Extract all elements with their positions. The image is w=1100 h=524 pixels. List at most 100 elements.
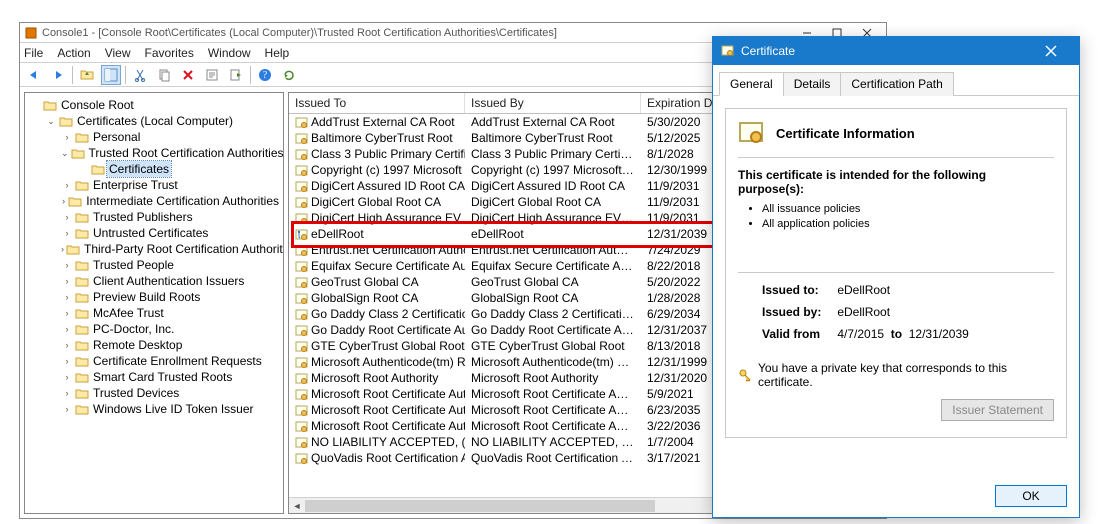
issued-by-cell: Class 3 Public Primary Certificatio... xyxy=(465,147,641,161)
issued-by-label: Issued by: xyxy=(762,305,834,319)
issued-by-cell: GeoTrust Global CA xyxy=(465,275,641,289)
issuer-statement-button[interactable]: Issuer Statement xyxy=(941,399,1054,421)
tree-item[interactable]: ›Third-Party Root Certification Authorit… xyxy=(61,241,281,257)
certificate-icon xyxy=(295,148,308,161)
tab-details[interactable]: Details xyxy=(783,72,842,96)
certificate-icon xyxy=(295,292,308,305)
issued-to-label: Issued to: xyxy=(762,283,834,297)
svg-text:?: ? xyxy=(263,70,268,81)
cut-button[interactable] xyxy=(130,65,150,85)
show-tree-button[interactable] xyxy=(101,65,121,85)
issued-by-cell: Baltimore CyberTrust Root xyxy=(465,131,641,145)
dialog-close-button[interactable] xyxy=(1031,37,1071,65)
issued-by-value: eDellRoot xyxy=(837,305,890,319)
scroll-thumb[interactable] xyxy=(305,500,655,512)
back-button[interactable] xyxy=(24,65,44,85)
menu-favorites[interactable]: Favorites xyxy=(145,46,194,60)
issued-to-value: eDellRoot xyxy=(837,283,890,297)
app-icon xyxy=(24,26,38,40)
issued-to-cell: GlobalSign Root CA xyxy=(311,291,418,305)
menu-window[interactable]: Window xyxy=(208,46,251,60)
issued-to-cell: Copyright (c) 1997 Microsoft C... xyxy=(311,163,465,177)
issued-by-cell: AddTrust External CA Root xyxy=(465,115,641,129)
issued-by-cell: Microsoft Root Certificate Authori... xyxy=(465,419,641,433)
issued-to-cell: GeoTrust Global CA xyxy=(311,275,419,289)
navigation-tree[interactable]: Console Root⌄Certificates (Local Compute… xyxy=(24,92,284,514)
column-header[interactable]: Issued To xyxy=(289,93,465,113)
column-header[interactable]: Issued By xyxy=(465,93,641,113)
issued-to-cell: Microsoft Root Certificate Auth... xyxy=(311,387,465,401)
dialog-tabs[interactable]: GeneralDetailsCertification Path xyxy=(713,65,1079,96)
copy-button[interactable] xyxy=(154,65,174,85)
issued-by-cell: Microsoft Root Authority xyxy=(465,371,641,385)
certificate-icon xyxy=(295,436,308,449)
issued-to-cell: NO LIABILITY ACCEPTED, (c)97 ... xyxy=(311,435,465,449)
tree-item[interactable]: ›Intermediate Certification Authorities xyxy=(61,193,281,209)
tree-item[interactable]: ›Trusted People xyxy=(61,257,281,273)
certificate-icon xyxy=(295,244,308,257)
tree-item[interactable]: ›PC-Doctor, Inc. xyxy=(61,321,281,337)
issued-by-cell: Go Daddy Root Certificate Author... xyxy=(465,323,641,337)
menu-view[interactable]: View xyxy=(105,46,131,60)
menu-help[interactable]: Help xyxy=(265,46,290,60)
certificate-dialog: Certificate GeneralDetailsCertification … xyxy=(712,36,1080,518)
issued-to-cell: eDellRoot xyxy=(311,227,364,241)
issued-by-cell: DigiCert Assured ID Root CA xyxy=(465,179,641,193)
tree-item[interactable]: ›Remote Desktop xyxy=(61,337,281,353)
delete-button[interactable] xyxy=(178,65,198,85)
scroll-left-button[interactable]: ◄ xyxy=(289,498,305,514)
certificate-icon xyxy=(295,452,308,465)
issued-by-cell: Microsoft Root Certificate Authori... xyxy=(465,387,641,401)
refresh-button[interactable] xyxy=(279,65,299,85)
tree-certificates-local[interactable]: ⌄Certificates (Local Computer) xyxy=(45,113,281,129)
menu-file[interactable]: File xyxy=(24,46,43,60)
tree-item[interactable]: ›Trusted Publishers xyxy=(61,209,281,225)
tree-item[interactable]: ›Windows Live ID Token Issuer xyxy=(61,401,281,417)
issued-by-cell: Copyright (c) 1997 Microsoft Corp. xyxy=(465,163,641,177)
issued-by-cell: Go Daddy Class 2 Certification Au... xyxy=(465,307,641,321)
tab-general[interactable]: General xyxy=(719,72,784,96)
issued-to-cell: QuoVadis Root Certification Au... xyxy=(311,451,465,465)
ok-button[interactable]: OK xyxy=(995,485,1067,507)
dialog-title: Certificate xyxy=(741,44,795,58)
issued-by-cell: NO LIABILITY ACCEPTED, (c)97 Ve... xyxy=(465,435,641,449)
up-button[interactable] xyxy=(77,65,97,85)
tab-certification-path[interactable]: Certification Path xyxy=(840,72,953,96)
certificate-icon xyxy=(295,340,308,353)
tree-item[interactable]: ›Personal xyxy=(61,129,281,145)
tree-item[interactable]: ›Client Authentication Issuers xyxy=(61,273,281,289)
forward-button[interactable] xyxy=(48,65,68,85)
menu-action[interactable]: Action xyxy=(57,46,90,60)
cert-info-heading: Certificate Information xyxy=(776,126,915,141)
help-button[interactable]: ? xyxy=(255,65,275,85)
properties-button[interactable] xyxy=(202,65,222,85)
issued-to-cell: Microsoft Root Certificate Auth... xyxy=(311,403,465,417)
tree-item[interactable]: ›Enterprise Trust xyxy=(61,177,281,193)
issued-to-cell: Equifax Secure Certificate Auth... xyxy=(311,259,465,273)
certificate-icon xyxy=(295,276,308,289)
issued-by-cell: Entrust.net Certification Authority... xyxy=(465,243,641,257)
certificate-icon xyxy=(295,260,308,273)
certificate-info-panel: Certificate Information This certificate… xyxy=(725,108,1067,438)
issued-to-cell: Go Daddy Class 2 Certification ... xyxy=(311,307,465,321)
tree-item[interactable]: ›Smart Card Trusted Roots xyxy=(61,369,281,385)
issued-to-cell: AddTrust External CA Root xyxy=(311,115,455,129)
tree-item-certificates[interactable]: Certificates xyxy=(77,161,281,177)
tree-item[interactable]: ›McAfee Trust xyxy=(61,305,281,321)
tree-item[interactable]: ›Certificate Enrollment Requests xyxy=(61,353,281,369)
issued-by-cell: Microsoft Root Certificate Authori... xyxy=(465,403,641,417)
issued-to-cell: Microsoft Root Authority xyxy=(311,371,438,385)
tree-item[interactable]: ›Trusted Devices xyxy=(61,385,281,401)
dialog-titlebar[interactable]: Certificate xyxy=(713,37,1079,65)
export-button[interactable] xyxy=(226,65,246,85)
tree-item[interactable]: ⌄Trusted Root Certification Authorities xyxy=(61,145,281,161)
certificate-icon xyxy=(295,324,308,337)
tree-item[interactable]: ›Preview Build Roots xyxy=(61,289,281,305)
tree-item[interactable]: ›Untrusted Certificates xyxy=(61,225,281,241)
tree-console-root[interactable]: Console Root xyxy=(29,97,281,113)
certificate-icon xyxy=(295,180,308,193)
certificate-icon xyxy=(295,116,308,129)
issued-to-cell: GTE CyberTrust Global Root xyxy=(311,339,465,353)
issued-by-cell: QuoVadis Root Certification Au... xyxy=(465,451,641,465)
certificate-icon xyxy=(295,228,308,241)
